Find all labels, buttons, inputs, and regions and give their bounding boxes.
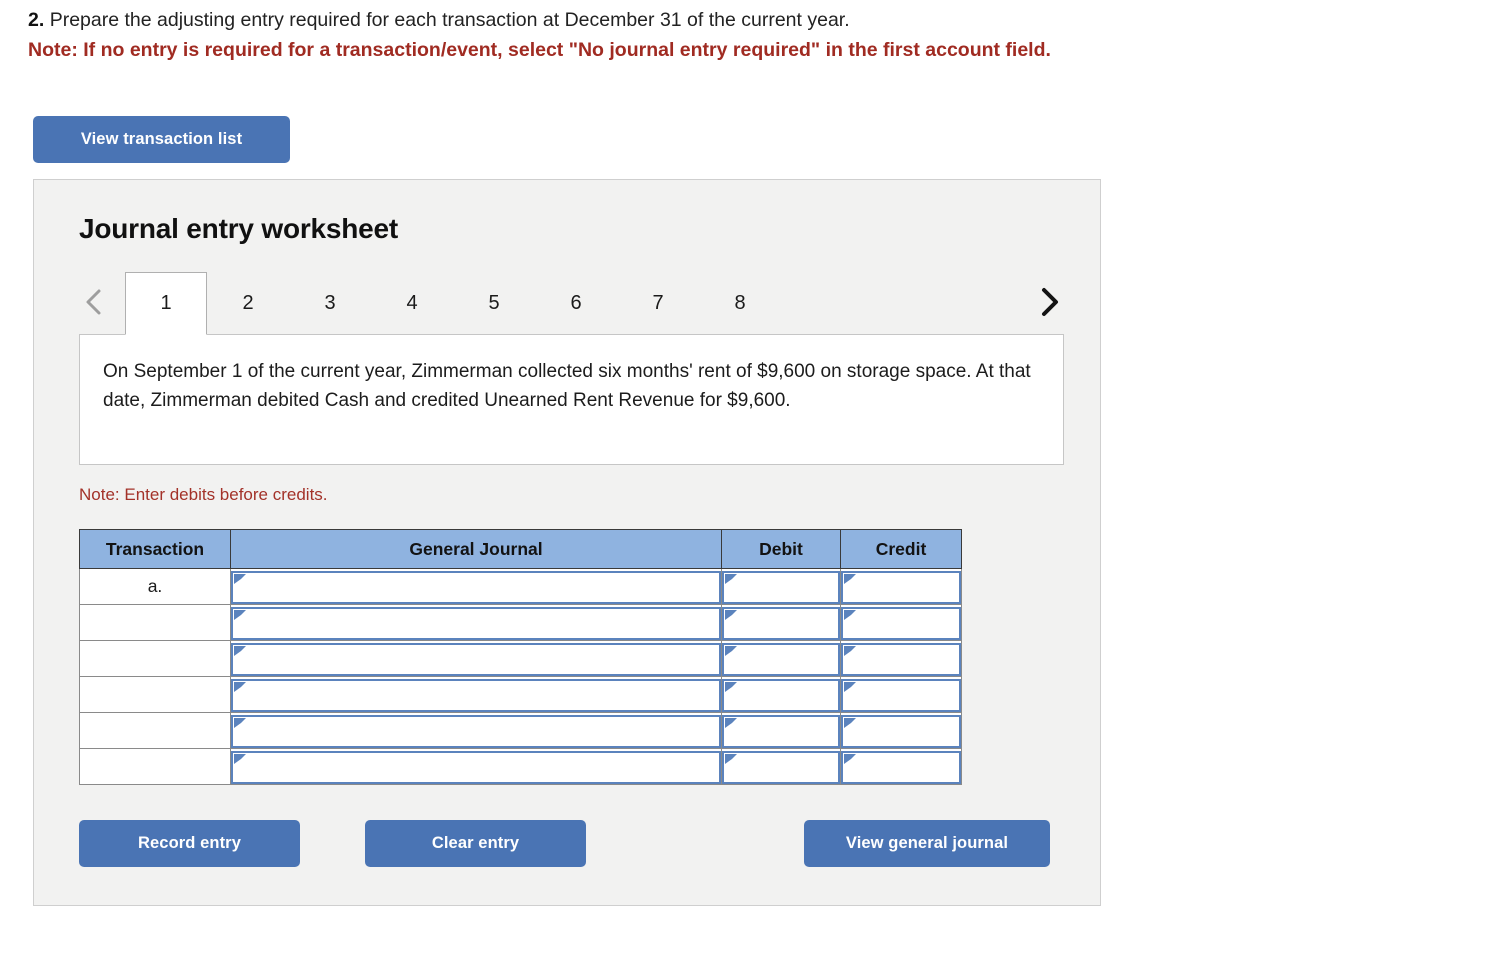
- worksheet-tab-strip: 1 2 3 4 5 6 7 8: [79, 272, 1064, 335]
- view-transaction-list-button[interactable]: View transaction list: [33, 116, 290, 163]
- credit-input-cell[interactable]: [840, 604, 962, 641]
- table-row: [79, 604, 962, 641]
- debit-input-cell[interactable]: [721, 604, 841, 641]
- transaction-label-cell: [79, 712, 231, 749]
- debit-input[interactable]: [722, 714, 840, 748]
- credit-input-cell[interactable]: [840, 712, 962, 749]
- general-journal-account-select-cell[interactable]: [230, 712, 722, 749]
- journal-entry-worksheet-panel: Journal entry worksheet 1 2 3 4 5 6 7 8 …: [33, 179, 1101, 906]
- credit-input[interactable]: [841, 570, 961, 604]
- credit-input[interactable]: [841, 714, 961, 748]
- credit-input[interactable]: [841, 642, 961, 676]
- debit-input[interactable]: [722, 678, 840, 712]
- tab-1[interactable]: 1: [125, 272, 207, 335]
- debit-input[interactable]: [722, 570, 840, 604]
- general-journal-account-select[interactable]: [231, 714, 721, 748]
- table-row: [79, 676, 962, 713]
- debit-input-cell[interactable]: [721, 676, 841, 713]
- view-general-journal-button[interactable]: View general journal: [804, 820, 1050, 867]
- debit-input[interactable]: [722, 750, 840, 784]
- transaction-description-text: On September 1 of the current year, Zimm…: [103, 361, 1031, 411]
- journal-entry-table: Transaction General Journal Debit Credit…: [79, 529, 962, 785]
- table-body: a.: [79, 568, 962, 785]
- credit-input[interactable]: [841, 750, 961, 784]
- tab-7[interactable]: 7: [617, 272, 699, 335]
- question-note: Note: If no entry is required for a tran…: [28, 39, 1051, 61]
- general-journal-account-select-cell[interactable]: [230, 676, 722, 713]
- transaction-label-cell: a.: [79, 568, 231, 605]
- debit-input-cell[interactable]: [721, 748, 841, 785]
- debit-input[interactable]: [722, 642, 840, 676]
- transaction-label-cell: [79, 640, 231, 677]
- column-header-general-journal: General Journal: [230, 529, 722, 569]
- credit-input-cell[interactable]: [840, 676, 962, 713]
- column-header-transaction: Transaction: [79, 529, 231, 569]
- tab-6[interactable]: 6: [535, 272, 617, 335]
- general-journal-account-select[interactable]: [231, 570, 721, 604]
- transaction-label-cell: [79, 748, 231, 785]
- question-block: 2. Prepare the adjusting entry required …: [28, 6, 1428, 64]
- table-row: [79, 712, 962, 749]
- general-journal-account-select[interactable]: [231, 678, 721, 712]
- clear-entry-button[interactable]: Clear entry: [365, 820, 586, 867]
- debits-before-credits-note: Note: Enter debits before credits.: [79, 485, 328, 504]
- chevron-right-icon[interactable]: [1034, 280, 1064, 324]
- transaction-description-box: On September 1 of the current year, Zimm…: [79, 334, 1064, 465]
- credit-input-cell[interactable]: [840, 640, 962, 677]
- tab-2[interactable]: 2: [207, 272, 289, 335]
- column-header-debit: Debit: [721, 529, 841, 569]
- general-journal-account-select[interactable]: [231, 750, 721, 784]
- transaction-label-cell: [79, 604, 231, 641]
- debit-input-cell[interactable]: [721, 712, 841, 749]
- general-journal-account-select-cell[interactable]: [230, 640, 722, 677]
- column-header-credit: Credit: [840, 529, 962, 569]
- debit-input-cell[interactable]: [721, 568, 841, 605]
- question-number: 2.: [28, 9, 45, 31]
- question-text: Prepare the adjusting entry required for…: [49, 9, 850, 31]
- credit-input-cell[interactable]: [840, 748, 962, 785]
- general-journal-account-select-cell[interactable]: [230, 604, 722, 641]
- page-title: Journal entry worksheet: [79, 213, 399, 244]
- chevron-left-icon[interactable]: [79, 280, 109, 324]
- debit-input[interactable]: [722, 606, 840, 640]
- tab-3[interactable]: 3: [289, 272, 371, 335]
- table-row: a.: [79, 568, 962, 605]
- debit-input-cell[interactable]: [721, 640, 841, 677]
- question-prompt: 2. Prepare the adjusting entry required …: [28, 6, 1428, 34]
- credit-input[interactable]: [841, 606, 961, 640]
- tab-5[interactable]: 5: [453, 272, 535, 335]
- credit-input-cell[interactable]: [840, 568, 962, 605]
- general-journal-account-select[interactable]: [231, 642, 721, 676]
- table-header-row: Transaction General Journal Debit Credit: [79, 529, 962, 569]
- tab-4[interactable]: 4: [371, 272, 453, 335]
- transaction-label-cell: [79, 676, 231, 713]
- general-journal-account-select-cell[interactable]: [230, 568, 722, 605]
- table-row: [79, 748, 962, 785]
- tab-8[interactable]: 8: [699, 272, 781, 335]
- general-journal-account-select[interactable]: [231, 606, 721, 640]
- record-entry-button[interactable]: Record entry: [79, 820, 300, 867]
- credit-input[interactable]: [841, 678, 961, 712]
- table-row: [79, 640, 962, 677]
- general-journal-account-select-cell[interactable]: [230, 748, 722, 785]
